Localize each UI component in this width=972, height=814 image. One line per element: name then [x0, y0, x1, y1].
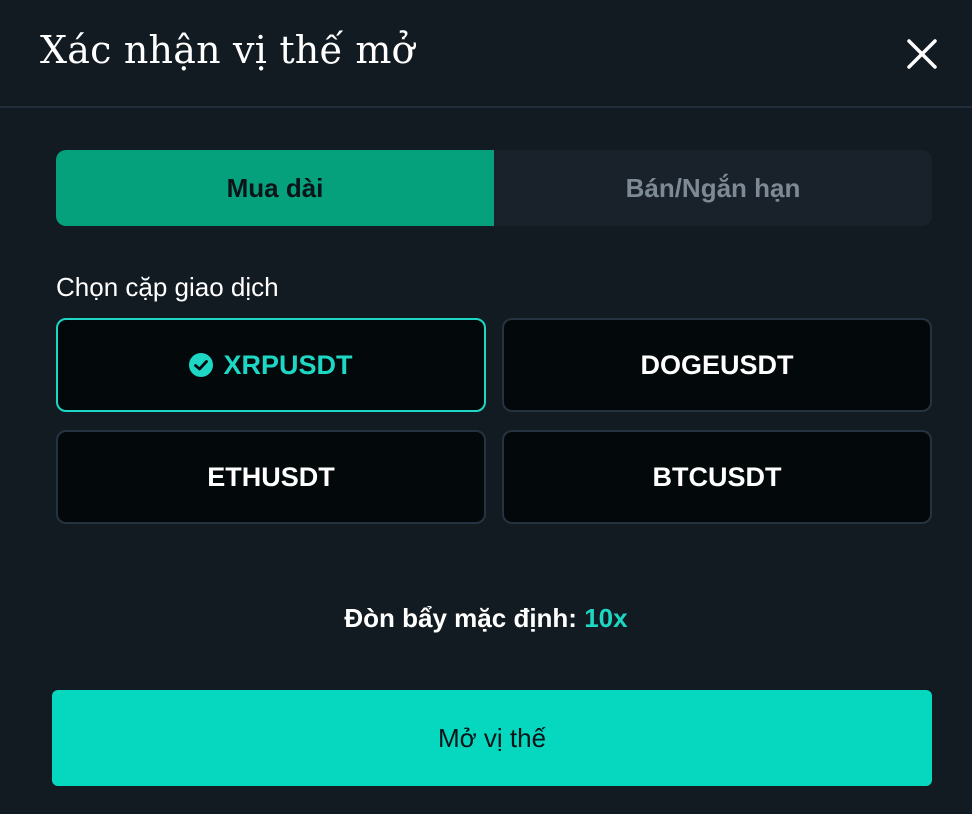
pair-symbol: XRPUSDT [223, 349, 353, 380]
pair-symbol: ETHUSDT [207, 461, 335, 492]
pair-symbol: BTCUSDT [652, 461, 782, 492]
close-button[interactable] [902, 34, 942, 74]
tab-long[interactable]: Mua dài [56, 150, 494, 226]
dialog-header: Xác nhận vị thế mở [0, 0, 972, 108]
dialog-title: Xác nhận vị thế mở [40, 28, 415, 72]
close-icon [907, 39, 937, 69]
pair-option-btcusdt[interactable]: BTCUSDT [502, 430, 932, 524]
open-position-button[interactable]: Mở vị thế [52, 690, 932, 786]
pair-option-dogeusdt[interactable]: DOGEUSDT [502, 318, 932, 412]
leverage-label: Đòn bẩy mặc định: [344, 603, 577, 633]
pair-section-label: Chọn cặp giao dịch [56, 272, 279, 302]
pair-option-xrpusdt[interactable]: XRPUSDT [56, 318, 486, 412]
check-circle-icon [189, 353, 214, 377]
direction-tabs: Mua dài Bán/Ngắn hạn [56, 150, 932, 226]
leverage-value: 10x [584, 603, 628, 633]
tab-short[interactable]: Bán/Ngắn hạn [494, 150, 932, 226]
pair-symbol: DOGEUSDT [640, 349, 794, 380]
confirm-position-dialog: Xác nhận vị thế mở Mua dài Bán/Ngắn hạn … [0, 0, 972, 814]
open-position-label: Mở vị thế [437, 722, 547, 753]
default-leverage: Đòn bẩy mặc định: 10x [0, 603, 972, 634]
pair-option-ethusdt[interactable]: ETHUSDT [56, 430, 486, 524]
